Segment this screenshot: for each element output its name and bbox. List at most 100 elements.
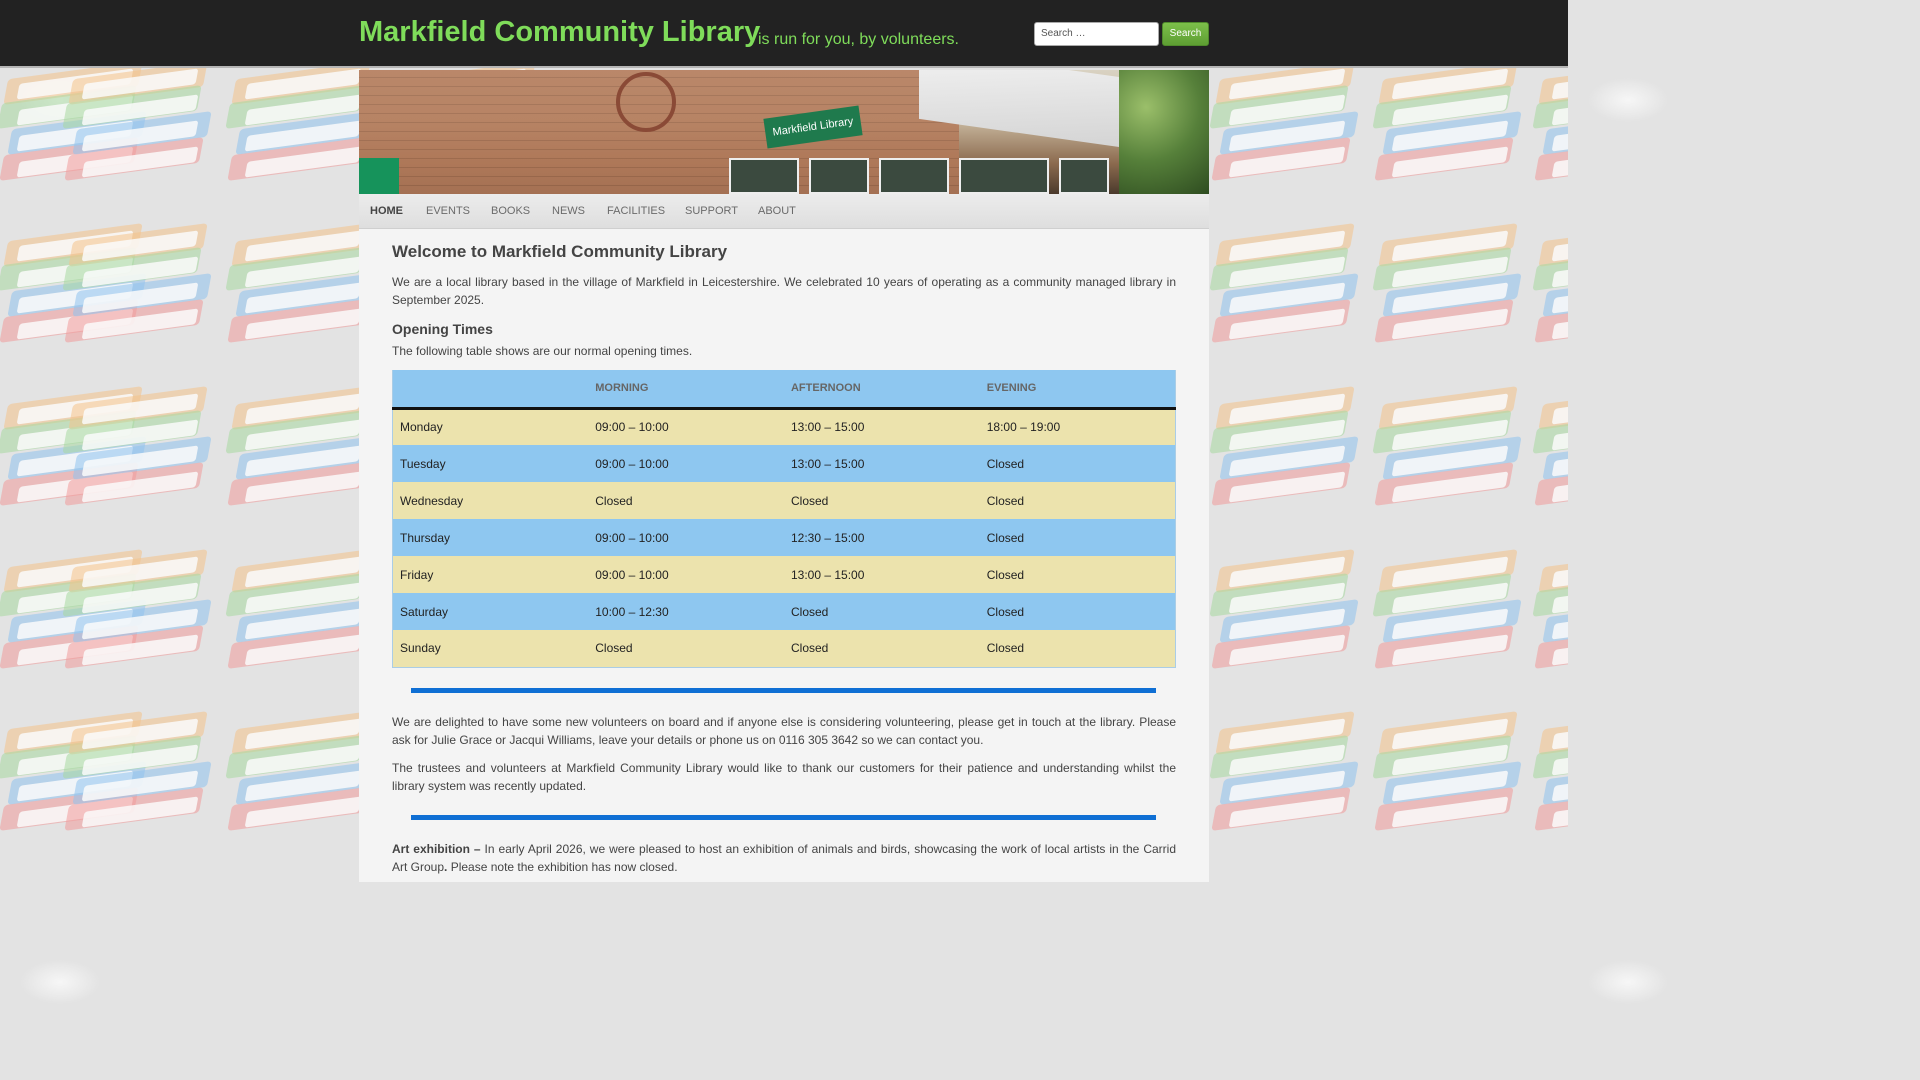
banner-circle-emblem [616, 72, 676, 132]
hours-cell: Closed [588, 482, 784, 519]
background-book-stack [1372, 549, 1525, 688]
background-book-stack [1209, 223, 1362, 362]
banner-window [1059, 158, 1109, 194]
background-book-stack [1532, 549, 1568, 688]
day-cell: Saturday [392, 593, 589, 630]
site-tagline: is run for you, by volunteers. [758, 31, 959, 48]
background-book-pages [1551, 230, 1568, 262]
table-row: Friday 09:00 – 10:00 13:00 – 15:00 Closed [392, 556, 1176, 593]
background-book-stack [1532, 386, 1568, 525]
table-header-cell: AFTERNOON [783, 370, 980, 410]
background-book-stack [225, 386, 378, 525]
hours-cell: 18:00 – 19:00 [979, 408, 1176, 445]
table-header-cell: EVENING [979, 370, 1176, 410]
hours-cell: Closed [979, 630, 1176, 668]
table-row: Wednesday Closed Closed Closed [392, 482, 1176, 519]
background-book-stack [1372, 61, 1525, 200]
main-navigation: HOME EVENTS BOOKS NEWS FACILITIES SUPPOR… [359, 194, 1209, 229]
art-exhibition-closed-note: Please note the exhibition has now close… [447, 860, 678, 874]
background-book-stack [1209, 711, 1362, 850]
volunteers-paragraph: We are delighted to have some new volunt… [392, 715, 1176, 747]
background-book-stack [1209, 386, 1362, 525]
opening-times-heading: Opening Times [392, 321, 493, 337]
background-book-stack [62, 549, 215, 688]
background-book-stack [1372, 711, 1525, 850]
background-book-stack [62, 711, 215, 850]
nav-item-books[interactable]: BOOKS [491, 194, 530, 229]
background-book-pages [1551, 556, 1568, 588]
table-row: Saturday 10:00 – 12:30 Closed Closed [392, 593, 1176, 630]
background-book-stack [225, 223, 378, 362]
intro-paragraph: We are a local library based in the vill… [392, 275, 1176, 307]
background-book-stack [1372, 386, 1525, 525]
hours-cell: Closed [979, 556, 1176, 593]
page-title: Welcome to Markfield Community Library [392, 242, 728, 261]
background-book-stack [1209, 549, 1362, 688]
table-header-cell: MORNING [588, 370, 784, 410]
nav-item-home[interactable]: HOME [370, 194, 403, 229]
background-book-stack [1372, 223, 1525, 362]
banner-trees [1119, 70, 1209, 194]
background-book-stack [62, 61, 215, 200]
background-book-stack [62, 386, 215, 525]
hours-cell: 13:00 – 15:00 [783, 408, 980, 445]
day-cell: Friday [392, 556, 589, 593]
section-divider [411, 688, 1156, 693]
banner-window [809, 158, 869, 194]
banner-council-sign [359, 158, 399, 194]
hours-cell: Closed [979, 445, 1176, 482]
opening-times-table: MORNING AFTERNOON EVENING Monday 09:00 – … [392, 370, 1176, 668]
hours-cell: Closed [979, 593, 1176, 630]
hours-cell: 13:00 – 15:00 [783, 556, 980, 593]
section-divider [411, 815, 1156, 820]
day-cell: Sunday [392, 630, 589, 668]
background-book-stack [1532, 223, 1568, 362]
table-row: Thursday 09:00 – 10:00 12:30 – 15:00 Closed [392, 519, 1176, 556]
table-header-cell [392, 370, 589, 410]
background-book-stack [62, 223, 215, 362]
hours-cell: Closed [588, 630, 784, 668]
background-book-pages [1551, 718, 1568, 750]
background-book-pages [1551, 68, 1568, 100]
site-header: Markfield Community Library is run for y… [0, 0, 1568, 68]
nav-item-news[interactable]: NEWS [552, 194, 585, 229]
hours-cell: Closed [783, 482, 980, 519]
day-cell: Wednesday [392, 482, 589, 519]
background-book-stack [1532, 711, 1568, 850]
background-book-pages [1551, 393, 1568, 425]
banner-window [959, 158, 1049, 194]
table-row: Sunday Closed Closed Closed [392, 630, 1176, 668]
art-exhibition-paragraph: Art exhibition – In early April 2026, we… [392, 840, 1176, 876]
hours-cell: 09:00 – 10:00 [588, 445, 784, 482]
nav-item-facilities[interactable]: FACILITIES [607, 194, 665, 229]
hours-cell: 09:00 – 10:00 [588, 519, 784, 556]
hours-cell: Closed [783, 593, 980, 630]
nav-item-about[interactable]: ABOUT [758, 194, 796, 229]
table-row: Tuesday 09:00 – 10:00 13:00 – 15:00 Closed [392, 445, 1176, 482]
main-content: Welcome to Markfield Community Library W… [359, 229, 1209, 882]
background-book-stack [225, 711, 378, 850]
search-input[interactable]: Search … [1034, 22, 1159, 46]
hours-cell: 13:00 – 15:00 [783, 445, 980, 482]
day-cell: Thursday [392, 519, 589, 556]
hours-cell: Closed [979, 519, 1176, 556]
art-exhibition-label: Art exhibition – [392, 842, 481, 856]
background-book-stack [225, 61, 378, 200]
day-cell: Monday [392, 408, 589, 445]
nav-item-events[interactable]: EVENTS [426, 194, 470, 229]
day-cell: Tuesday [392, 445, 589, 482]
hours-cell: Closed [979, 482, 1176, 519]
hours-cell: Closed [783, 630, 980, 668]
table-header-row: MORNING AFTERNOON EVENING [392, 370, 1176, 410]
search-button[interactable]: Search [1162, 22, 1209, 46]
banner-window [879, 158, 949, 194]
hours-cell: 09:00 – 10:00 [588, 408, 784, 445]
hours-cell: 12:30 – 15:00 [783, 519, 980, 556]
nav-item-support[interactable]: SUPPORT [685, 194, 738, 229]
background-book-stack [1532, 61, 1568, 200]
site-title[interactable]: Markfield Community Library [359, 16, 760, 49]
thanks-paragraph: The trustees and volunteers at Markfield… [392, 761, 1176, 793]
background-book-stack [225, 549, 378, 688]
hours-cell: 09:00 – 10:00 [588, 556, 784, 593]
background-book-stack [1209, 61, 1362, 200]
